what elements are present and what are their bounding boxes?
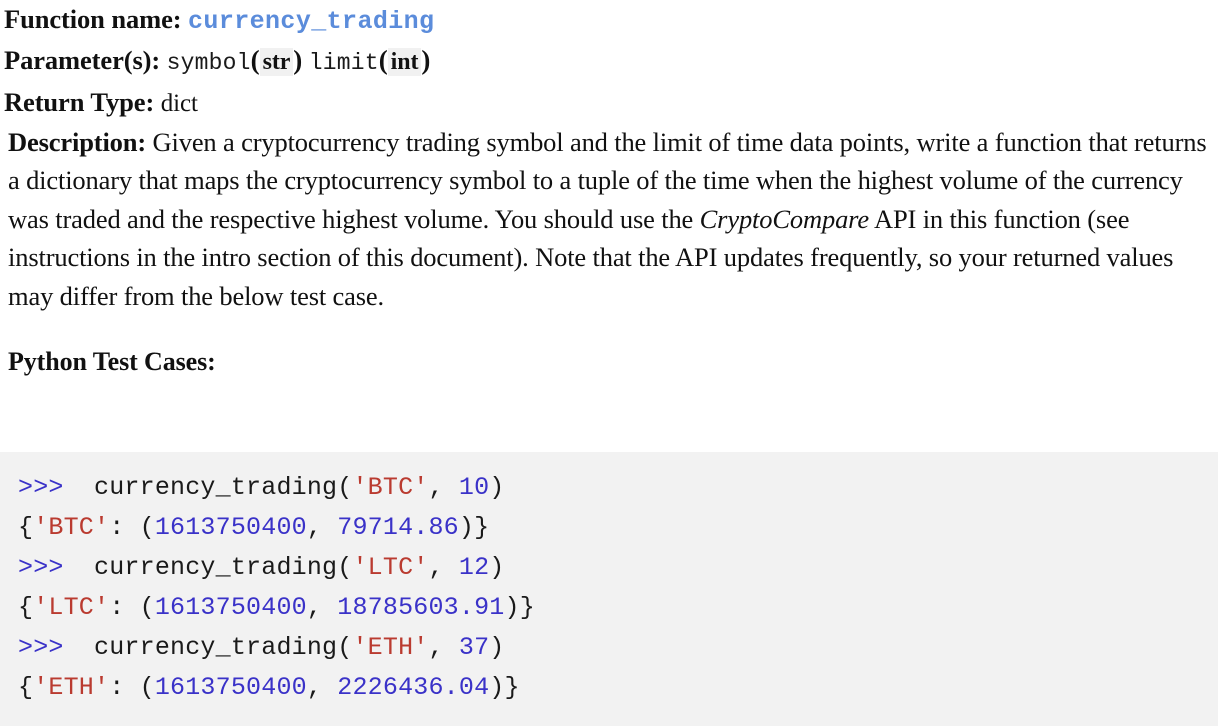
function-spec: Function name: currency_trading Paramete… <box>0 0 1218 377</box>
code-token-num: 37 <box>458 633 490 662</box>
return-type-value: dict <box>160 90 198 117</box>
code-token-plain: ) <box>489 553 505 582</box>
code-token-str: 'BTC' <box>33 513 110 542</box>
function-name-line: Function name: currency_trading <box>4 0 1210 41</box>
parameter-type-limit: int <box>387 48 422 76</box>
code-token-num: 79714.86 <box>337 513 459 542</box>
return-type-line: Return Type: dict <box>4 83 1210 123</box>
document-page: Function name: currency_trading Paramete… <box>0 0 1218 726</box>
code-token-plain: { <box>18 593 34 622</box>
parameter-name-symbol: symbol <box>166 50 251 76</box>
code-lines-container: >>> currency_trading('BTC', 10) {'BTC': (… <box>18 468 1218 708</box>
code-token-num: 1613750400 <box>154 513 307 542</box>
code-line: {'BTC': (1613750400, 79714.86)} <box>18 508 1218 548</box>
code-token-num: 2226436.04 <box>337 673 490 702</box>
code-token-str: 'ETH' <box>352 633 429 662</box>
code-prompt: >>> <box>18 633 64 662</box>
parameters-label: Parameter(s): <box>4 45 161 75</box>
code-token-plain: , <box>428 473 459 502</box>
parameter-close-paren-symbol: ) <box>293 45 303 75</box>
description-emphasis: CryptoCompare <box>699 203 869 234</box>
code-token-num: 10 <box>458 473 490 502</box>
code-token-plain: , <box>306 673 338 702</box>
description-label: Description: <box>8 127 147 157</box>
code-prompt: >>> <box>18 473 64 502</box>
code-token-plain: , <box>428 633 459 662</box>
code-line: >>> currency_trading('ETH', 37) <box>18 628 1218 668</box>
test-cases-heading: Python Test Cases: <box>8 347 216 377</box>
code-token-plain: { <box>18 673 34 702</box>
code-token-num: 1613750400 <box>154 673 307 702</box>
code-token-plain: , <box>428 553 459 582</box>
code-token-str: 'LTC' <box>33 593 110 622</box>
code-token-plain: , <box>306 593 338 622</box>
code-token-plain: currency_trading( <box>63 473 353 502</box>
code-token-plain: ) <box>489 473 505 502</box>
parameter-open-paren-limit: ( <box>378 45 388 75</box>
return-type-label: Return Type: <box>4 87 155 117</box>
code-token-num: 18785603.91 <box>337 593 505 622</box>
code-token-plain: )} <box>458 513 490 542</box>
code-line: >>> currency_trading('LTC', 12) <box>18 548 1218 588</box>
code-token-num: 12 <box>458 553 490 582</box>
parameters-line: Parameter(s): symbol(str) limit(int) <box>4 41 1210 83</box>
code-token-str: 'LTC' <box>352 553 429 582</box>
code-token-plain: : ( <box>109 513 155 542</box>
function-name-label: Function name: <box>4 4 182 34</box>
code-line: >>> currency_trading('BTC', 10) <box>18 468 1218 508</box>
code-token-plain: { <box>18 513 34 542</box>
python-test-cases-code-block: >>> currency_trading('BTC', 10) {'BTC': (… <box>0 452 1218 726</box>
code-token-num: 1613750400 <box>154 593 307 622</box>
code-token-plain: , <box>306 513 338 542</box>
code-token-plain: )} <box>504 593 535 622</box>
parameter-close-paren-limit: ) <box>421 45 431 75</box>
function-name-value: currency_trading <box>188 7 435 36</box>
code-token-plain: ) <box>489 633 505 662</box>
code-token-str: 'BTC' <box>352 473 429 502</box>
code-token-plain: currency_trading( <box>63 633 353 662</box>
parameter-name-limit: limit <box>308 50 379 76</box>
code-line: {'LTC': (1613750400, 18785603.91)} <box>18 588 1218 628</box>
parameter-type-symbol: str <box>259 48 294 76</box>
code-token-plain: )} <box>489 673 520 702</box>
parameter-open-paren-symbol: ( <box>250 45 260 75</box>
code-token-plain: : ( <box>109 593 155 622</box>
code-line: {'ETH': (1613750400, 2226436.04)} <box>18 668 1218 708</box>
code-token-plain: : ( <box>109 673 155 702</box>
code-token-plain: currency_trading( <box>63 553 353 582</box>
code-prompt: >>> <box>18 553 64 582</box>
code-token-str: 'ETH' <box>33 673 110 702</box>
description-paragraph: Description: Given a cryptocurrency trad… <box>4 123 1218 315</box>
